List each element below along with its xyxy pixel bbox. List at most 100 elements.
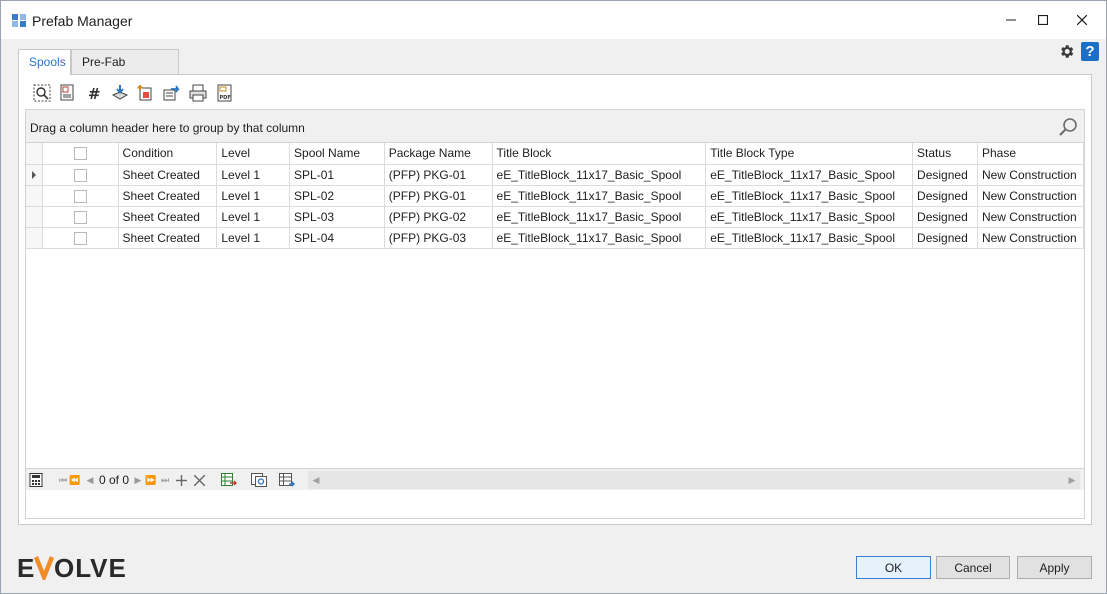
spools-table: Condition Level Spool Name Package Name … — [26, 143, 1085, 249]
cell-level[interactable]: Level 1 — [216, 164, 291, 186]
column-header-condition[interactable]: Condition — [118, 143, 218, 165]
previous-page-icon[interactable]: ⏪ — [69, 472, 80, 488]
close-icon — [1077, 15, 1087, 25]
cell-condition[interactable]: Sheet Created — [118, 227, 218, 249]
cell-phase[interactable]: New Construction — [977, 206, 1085, 228]
column-header-title-block-type[interactable]: Title Block Type — [705, 143, 914, 165]
table-header-row: Condition Level Spool Name Package Name … — [26, 143, 1085, 165]
horizontal-scrollbar[interactable]: ◀ ▶ — [308, 471, 1080, 489]
cell-title-block-type[interactable]: eE_TitleBlock_11x17_Basic_Spool — [705, 227, 914, 249]
tab-pre-fab-packages[interactable]: Pre-Fab Packages — [71, 49, 179, 93]
delete-record-icon[interactable] — [192, 472, 206, 488]
row-checkbox[interactable] — [42, 164, 119, 186]
cell-package-name[interactable]: (PFP) PKG-01 — [384, 185, 493, 207]
group-by-hint: Drag a column header here to group by th… — [30, 121, 305, 135]
refresh-grid-icon[interactable] — [250, 472, 268, 488]
next-page-icon[interactable]: ⏩ — [145, 472, 156, 488]
cell-condition[interactable]: Sheet Created — [118, 185, 218, 207]
cell-title-block[interactable]: eE_TitleBlock_11x17_Basic_Spool — [492, 185, 707, 207]
svg-text:PDF: PDF — [220, 95, 231, 101]
table-row[interactable]: Sheet Created Level 1 SPL-02 (PFP) PKG-0… — [26, 185, 1085, 207]
maximize-icon — [1038, 15, 1048, 25]
import-button[interactable] — [107, 83, 133, 103]
search-icon[interactable] — [1058, 116, 1080, 138]
cell-phase[interactable]: New Construction — [977, 227, 1085, 249]
table-row[interactable]: Sheet Created Level 1 SPL-04 (PFP) PKG-0… — [26, 227, 1085, 249]
cell-spool-name[interactable]: SPL-01 — [289, 164, 385, 186]
column-header-spool-name[interactable]: Spool Name — [289, 143, 385, 165]
cancel-button[interactable]: Cancel — [936, 556, 1010, 579]
first-record-icon[interactable]: ⏮ — [58, 472, 68, 488]
cell-package-name[interactable]: (PFP) PKG-01 — [384, 164, 493, 186]
cell-title-block-type[interactable]: eE_TitleBlock_11x17_Basic_Spool — [705, 206, 914, 228]
apply-button[interactable]: Apply — [1017, 556, 1092, 579]
cell-phase[interactable]: New Construction — [977, 185, 1085, 207]
last-record-icon[interactable]: ⏭ — [160, 472, 170, 488]
row-indicator — [26, 206, 44, 228]
column-header-title-block[interactable]: Title Block — [492, 143, 707, 165]
cell-package-name[interactable]: (PFP) PKG-02 — [384, 206, 493, 228]
print-button[interactable] — [185, 83, 211, 103]
cell-spool-name[interactable]: SPL-03 — [289, 206, 385, 228]
cell-condition[interactable]: Sheet Created — [118, 164, 218, 186]
ok-button[interactable]: OK — [856, 556, 931, 579]
spools-grid: Drag a column header here to group by th… — [25, 109, 1085, 519]
table-row[interactable]: Sheet Created Level 1 SPL-03 (PFP) PKG-0… — [26, 206, 1085, 228]
cell-title-block[interactable]: eE_TitleBlock_11x17_Basic_Spool — [492, 227, 707, 249]
cell-status[interactable]: Designed — [912, 185, 978, 207]
import-icon — [111, 85, 129, 100]
maximize-button[interactable] — [1024, 1, 1062, 39]
cell-level[interactable]: Level 1 — [216, 206, 291, 228]
cell-level[interactable]: Level 1 — [216, 227, 291, 249]
select-all-checkbox[interactable] — [42, 143, 119, 165]
help-icon[interactable]: ? — [1081, 42, 1099, 61]
row-checkbox[interactable] — [42, 206, 119, 228]
column-header-phase[interactable]: Phase — [977, 143, 1085, 165]
cell-phase[interactable]: New Construction — [977, 164, 1085, 186]
export-icon — [163, 85, 180, 101]
svg-text:E: E — [17, 554, 35, 580]
add-record-icon[interactable] — [174, 472, 188, 488]
calculator-icon[interactable] — [28, 472, 44, 488]
grid-layout-icon[interactable] — [278, 472, 296, 488]
zoom-fit-button[interactable] — [29, 83, 55, 103]
scroll-left-icon[interactable]: ◀ — [312, 475, 320, 485]
row-checkbox[interactable] — [42, 227, 119, 249]
spool-sheet-button[interactable] — [55, 83, 81, 103]
table-row[interactable]: Sheet Created Level 1 SPL-01 (PFP) PKG-0… — [26, 164, 1085, 186]
tab-spools-label: Spools — [29, 55, 66, 69]
row-indicator — [26, 185, 44, 207]
minimize-icon — [1006, 19, 1016, 21]
cell-status[interactable]: Designed — [912, 227, 978, 249]
cell-spool-name[interactable]: SPL-02 — [289, 185, 385, 207]
column-header-level[interactable]: Level — [216, 143, 291, 165]
tab-spools[interactable]: Spools — [18, 49, 71, 75]
cell-title-block[interactable]: eE_TitleBlock_11x17_Basic_Spool — [492, 206, 707, 228]
cell-title-block[interactable]: eE_TitleBlock_11x17_Basic_Spool — [492, 164, 707, 186]
next-record-icon[interactable]: ▶ — [134, 472, 142, 488]
export-button[interactable] — [159, 83, 185, 103]
focused-row-indicator-icon — [26, 164, 44, 186]
export-grid-icon[interactable] — [220, 472, 238, 488]
gear-icon[interactable] — [1058, 43, 1075, 60]
cell-title-block-type[interactable]: eE_TitleBlock_11x17_Basic_Spool — [705, 185, 914, 207]
close-button[interactable] — [1063, 1, 1101, 39]
cell-level[interactable]: Level 1 — [216, 185, 291, 207]
cell-package-name[interactable]: (PFP) PKG-03 — [384, 227, 493, 249]
cell-title-block-type[interactable]: eE_TitleBlock_11x17_Basic_Spool — [705, 164, 914, 186]
group-by-panel[interactable]: Drag a column header here to group by th… — [26, 110, 1084, 143]
column-header-package-name[interactable]: Package Name — [384, 143, 493, 165]
cell-condition[interactable]: Sheet Created — [118, 206, 218, 228]
numbering-button[interactable]: # — [81, 83, 107, 103]
pdf-button[interactable]: PDF — [211, 83, 237, 103]
spool-sheet-icon — [60, 84, 74, 101]
cell-status[interactable]: Designed — [912, 206, 978, 228]
scroll-right-icon[interactable]: ▶ — [1068, 475, 1076, 485]
column-header-status[interactable]: Status — [912, 143, 978, 165]
previous-record-icon[interactable]: ◀ — [86, 472, 94, 488]
cell-status[interactable]: Designed — [912, 164, 978, 186]
row-indicator-header — [26, 143, 44, 165]
cell-spool-name[interactable]: SPL-04 — [289, 227, 385, 249]
row-checkbox[interactable] — [42, 185, 119, 207]
add-package-button[interactable] — [133, 83, 159, 103]
